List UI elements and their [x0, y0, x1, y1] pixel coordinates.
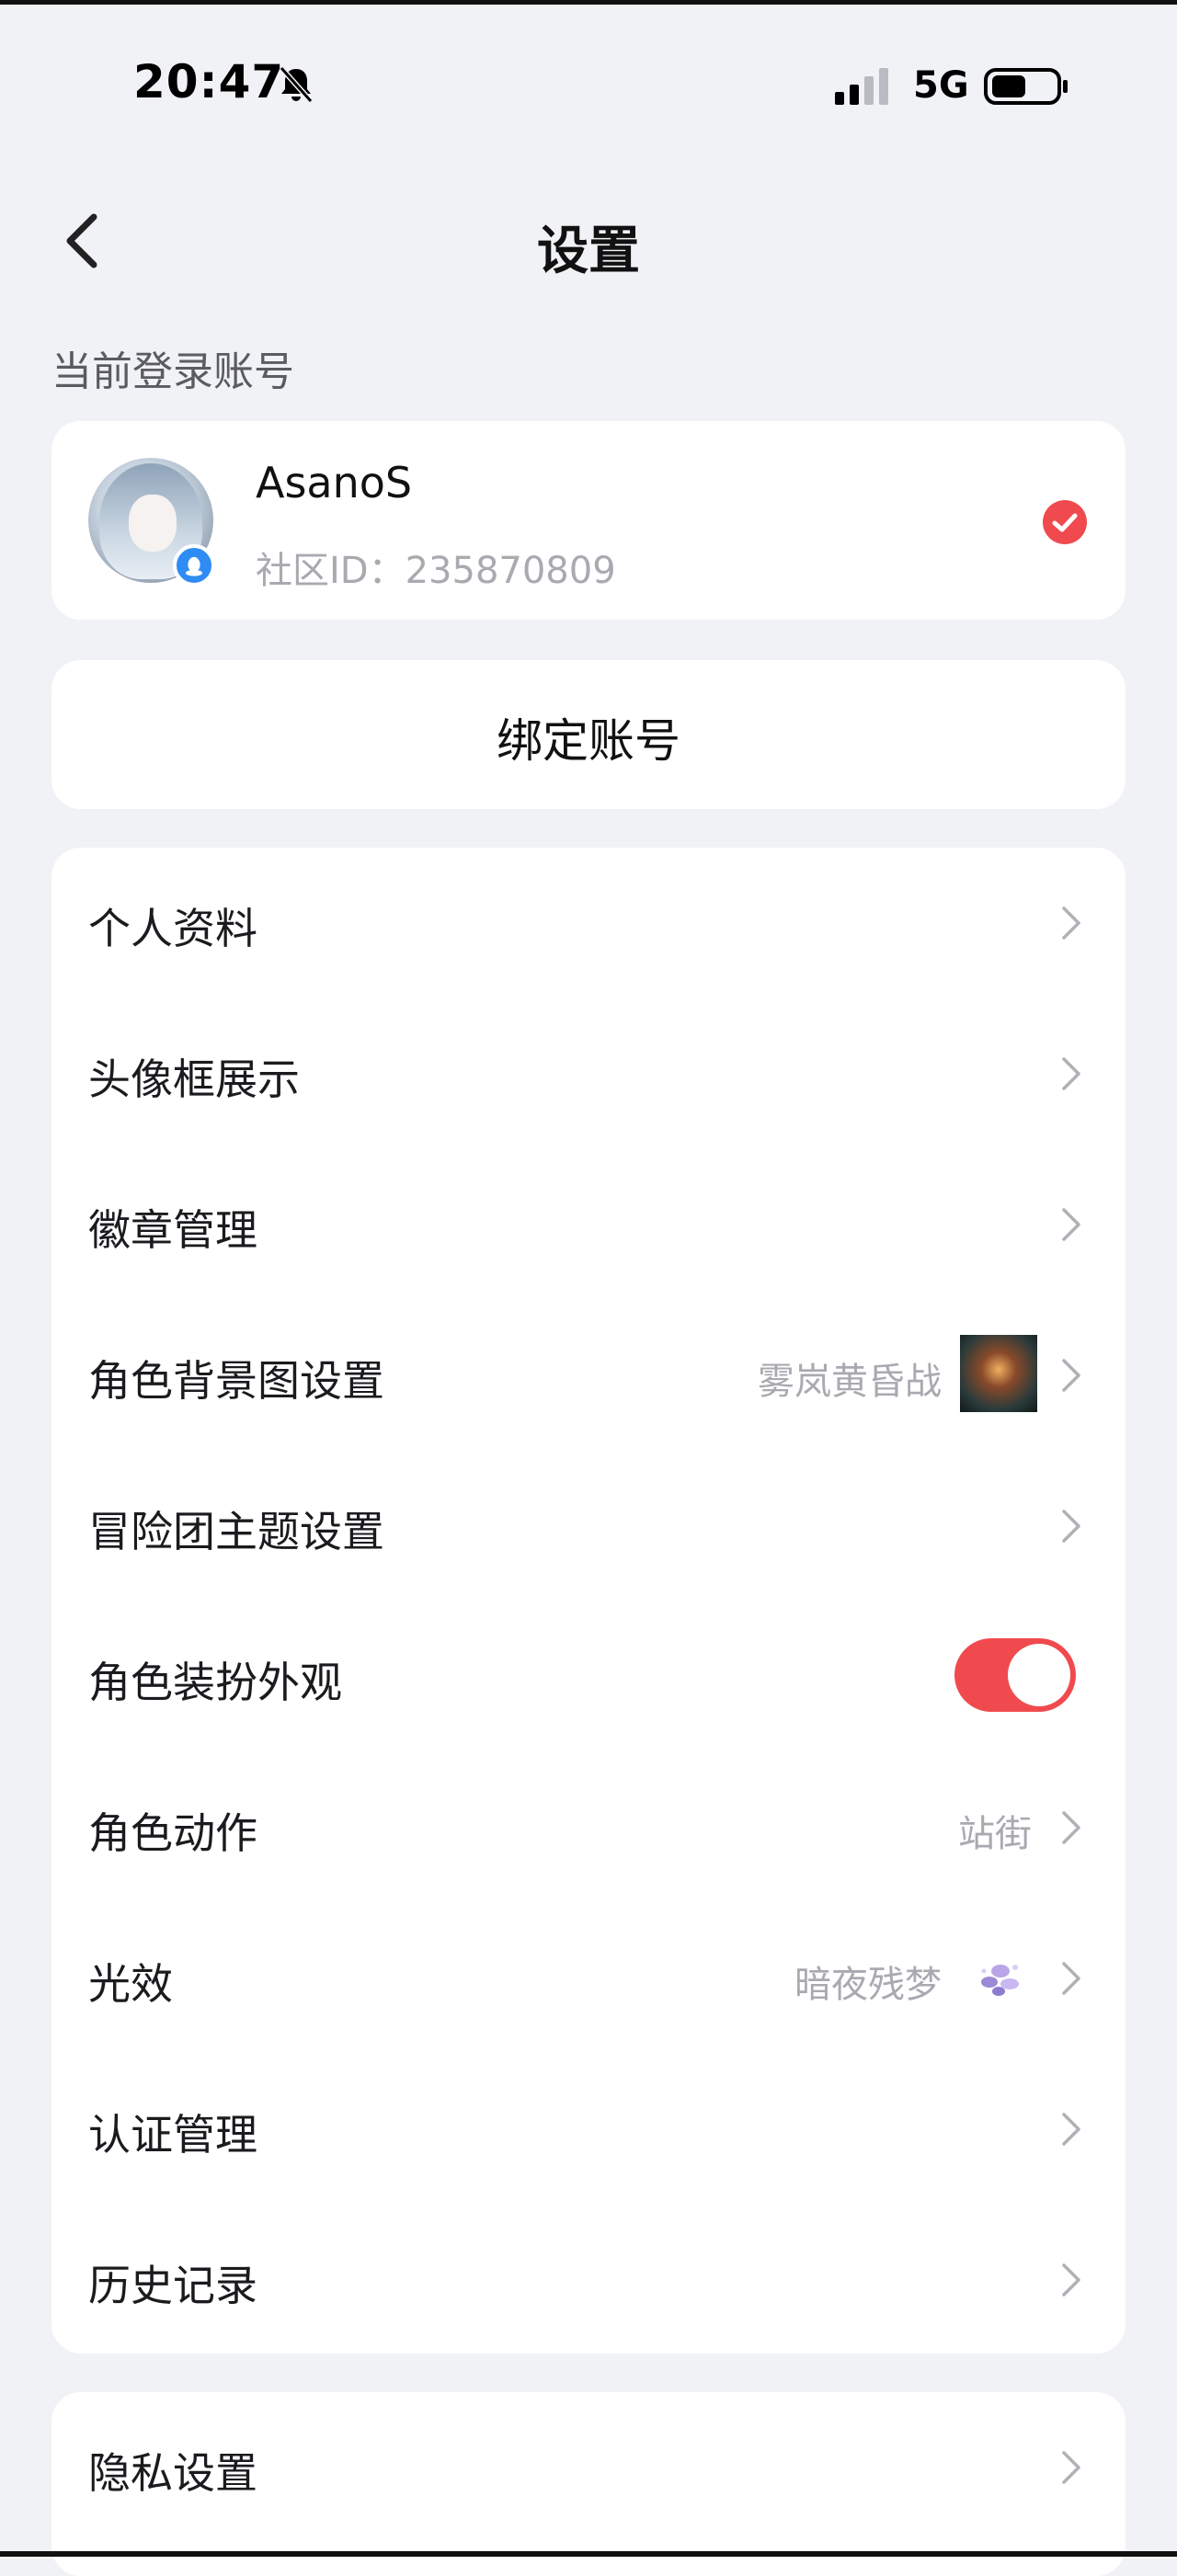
outfit-toggle[interactable] [954, 1638, 1076, 1712]
menu-item-label: 徽章管理 [88, 1205, 257, 1255]
menu-item-label: 历史记录 [88, 2261, 257, 2310]
menu-item-value: 站街 [958, 1813, 1032, 1855]
menu-item-profile[interactable]: 个人资料 [51, 848, 1126, 998]
menu-item-label: 个人资料 [88, 904, 257, 953]
menu-item-label: 角色动作 [88, 1808, 257, 1858]
menu-item-label: 头像框展示 [88, 1054, 300, 1104]
menu-item-badges[interactable]: 徽章管理 [51, 1149, 1126, 1300]
chevron-right-icon [1062, 2113, 1080, 2146]
menu-item-character-outfit: 角色装扮外观 [51, 1601, 1126, 1752]
menu-item-label: 光效 [88, 1959, 173, 2009]
screen-bottom-edge [0, 2551, 1177, 2557]
chevron-right-icon [1062, 1811, 1080, 1844]
chevron-right-icon [1062, 1359, 1080, 1392]
toggle-knob [1008, 1644, 1070, 1706]
menu-item-avatar-frame[interactable]: 头像框展示 [51, 998, 1126, 1149]
account-name: AsanoS [256, 458, 413, 507]
menu-item-privacy[interactable]: 隐私设置 [51, 2392, 1126, 2543]
menu-item-value: 雾岚黄昏战 [758, 1361, 942, 1403]
chevron-right-icon [1062, 906, 1080, 940]
bind-account-label: 绑定账号 [497, 714, 680, 768]
nav-bar: 设置 [0, 184, 1177, 294]
bell-muted-icon [279, 66, 314, 103]
chevron-right-icon [1062, 1962, 1080, 1995]
menu-item-label: 冒险团主题设置 [88, 1507, 384, 1556]
signal-icon [835, 68, 888, 105]
menu-item-light-effect[interactable]: 光效 暗夜残梦 [51, 1903, 1126, 2054]
menu-item-character-action[interactable]: 角色动作 站街 [51, 1752, 1126, 1903]
bind-account-button[interactable]: 绑定账号 [51, 660, 1126, 809]
current-account-label: 当前登录账号 [51, 348, 294, 395]
privacy-card: 隐私设置 [51, 2392, 1126, 2576]
menu-item-label: 隐私设置 [88, 2448, 257, 2498]
status-bar: 20:47 5G [0, 0, 1177, 175]
menu-item-verification[interactable]: 认证管理 [51, 2054, 1126, 2205]
chevron-right-icon [1062, 1510, 1080, 1543]
background-thumbnail [960, 1335, 1037, 1412]
chevron-right-icon [1062, 2263, 1080, 2297]
menu-item-label: 角色背景图设置 [88, 1356, 384, 1406]
menu-item-label: 认证管理 [88, 2110, 257, 2160]
community-id: 社区ID：235870809 [256, 550, 616, 592]
menu-item-team-theme[interactable]: 冒险团主题设置 [51, 1451, 1126, 1601]
check-circle-icon [1043, 500, 1087, 544]
qq-badge-icon [173, 544, 215, 587]
status-time: 20:47 [133, 55, 285, 108]
menu-item-label: 角色装扮外观 [88, 1658, 342, 1707]
battery-icon [984, 68, 1068, 105]
light-effect-icon [981, 1965, 1019, 1996]
chevron-right-icon [1062, 1208, 1080, 1241]
chevron-right-icon [1062, 2451, 1080, 2484]
current-account-card[interactable]: AsanoS 社区ID：235870809 [51, 421, 1126, 620]
menu-item-character-background[interactable]: 角色背景图设置 雾岚黄昏战 [51, 1300, 1126, 1451]
chevron-right-icon [1062, 1057, 1080, 1090]
network-type: 5G [913, 64, 969, 107]
settings-menu: 个人资料 头像框展示 徽章管理 角色背景图设置 雾岚黄昏战 冒险团主题设置 角色… [51, 848, 1126, 2354]
menu-item-history[interactable]: 历史记录 [51, 2205, 1126, 2355]
page-title: 设置 [537, 222, 640, 281]
menu-item-value: 暗夜残梦 [794, 1964, 942, 2006]
